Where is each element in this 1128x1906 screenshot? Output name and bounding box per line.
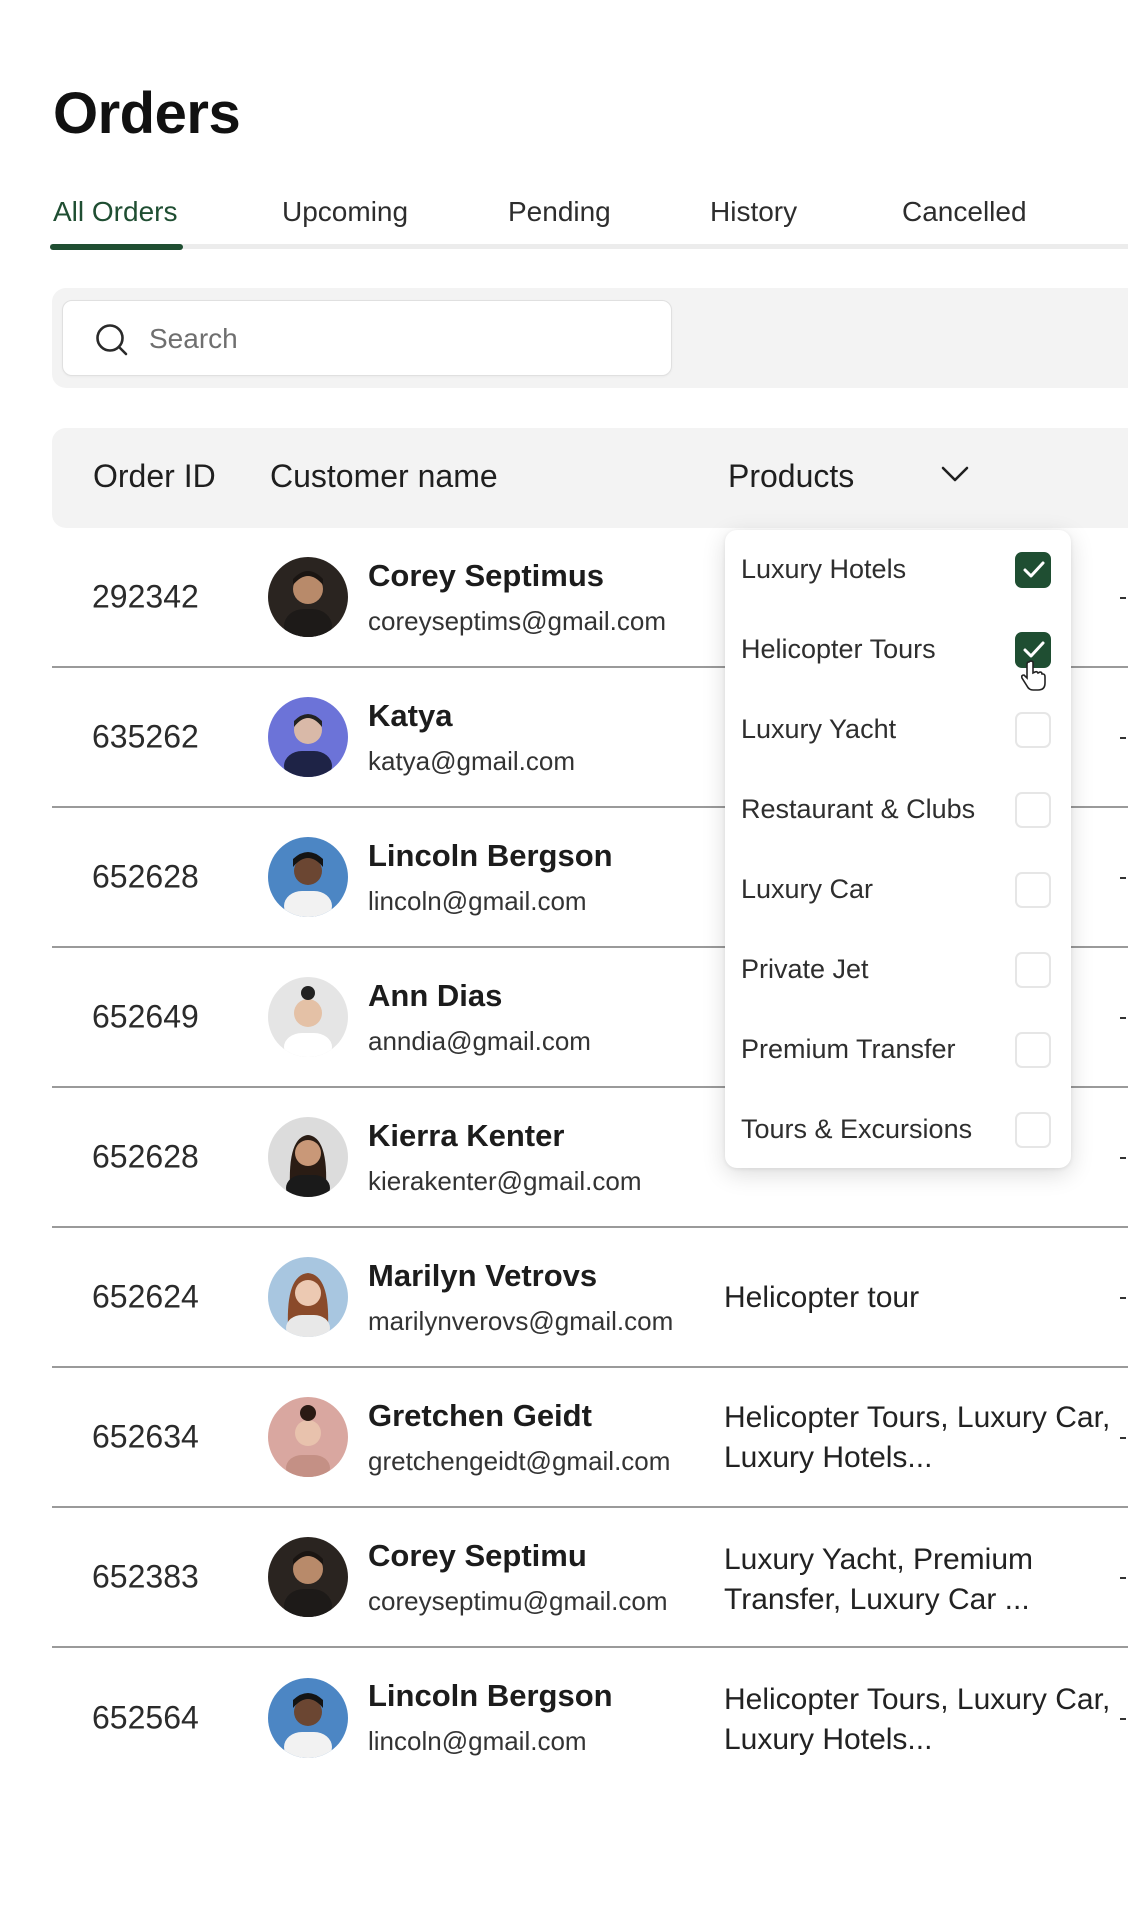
avatar: [268, 1397, 348, 1477]
tab-all-orders[interactable]: All Orders: [53, 196, 177, 228]
order-id: 652628: [92, 858, 199, 895]
customer-email: kierakenter@gmail.com: [368, 1166, 642, 1196]
order-id: 652624: [92, 1278, 199, 1315]
checkbox-unchecked[interactable]: [1015, 1032, 1051, 1068]
orders-page: Orders All Orders Upcoming Pending Histo…: [0, 0, 1128, 1906]
order-products: Helicopter Tours, Luxury Car, Luxury Hot…: [724, 1683, 1111, 1756]
search-input[interactable]: [149, 319, 629, 359]
checkbox-unchecked[interactable]: [1015, 712, 1051, 748]
order-tabs: All Orders Upcoming Pending History Canc…: [0, 190, 1128, 252]
row-trailing-dash: [1120, 737, 1126, 739]
checkbox-unchecked[interactable]: [1015, 952, 1051, 988]
filter-option-label: Helicopter Tours: [741, 634, 936, 664]
filter-option-restaurant-clubs[interactable]: Restaurant & Clubs: [725, 770, 1071, 850]
order-id: 652634: [92, 1418, 199, 1455]
tabs-divider: [50, 244, 1128, 249]
customer-email: marilynverovs@gmail.com: [368, 1306, 674, 1336]
customer-name: Lincoln Bergson: [368, 1678, 613, 1713]
tab-pending[interactable]: Pending: [508, 196, 611, 228]
customer-email: coreyseptimu@gmail.com: [368, 1586, 668, 1616]
order-id: 652628: [92, 1138, 199, 1175]
checkbox-unchecked[interactable]: [1015, 872, 1051, 908]
filter-option-tours-excursions[interactable]: Tours & Excursions: [725, 1090, 1071, 1170]
customer-email: katya@gmail.com: [368, 746, 576, 776]
customer-name: Gretchen Geidt: [368, 1398, 592, 1433]
table-header: Order ID Customer name Products: [52, 428, 1128, 528]
checkmark-icon: [1023, 561, 1045, 578]
customer-name: Ann Dias: [368, 978, 503, 1013]
active-tab-indicator: [50, 244, 183, 250]
hand-cursor-icon: [1020, 660, 1046, 691]
column-header-customer-name: Customer name: [270, 458, 498, 494]
tab-cancelled[interactable]: Cancelled: [902, 196, 1027, 228]
tab-upcoming[interactable]: Upcoming: [282, 196, 408, 228]
chevron-down-icon[interactable]: [940, 464, 970, 484]
table-row[interactable]: 652564 Lincoln Bergson lincoln@gmail.com…: [52, 1648, 1128, 1788]
order-id: 652649: [92, 998, 199, 1035]
filter-option-premium-transfer[interactable]: Premium Transfer: [725, 1010, 1071, 1090]
order-id: 292342: [92, 578, 199, 615]
products-filter-dropdown: Luxury Hotels Helicopter Tours Luxury Ya…: [725, 530, 1071, 1168]
customer-name: Lincoln Bergson: [368, 838, 613, 873]
filter-option-label: Luxury Yacht: [741, 714, 897, 744]
customer-name: Corey Septimu: [368, 1538, 587, 1573]
search-toolbar: [52, 288, 1128, 388]
filter-option-label: Tours & Excursions: [741, 1114, 973, 1144]
tab-history[interactable]: History: [710, 196, 797, 228]
customer-email: coreyseptims@gmail.com: [368, 606, 667, 636]
filter-option-label: Private Jet: [741, 954, 869, 984]
order-id: 652383: [92, 1558, 199, 1595]
row-trailing-dash: [1120, 597, 1126, 599]
row-trailing-dash: [1120, 1157, 1126, 1159]
order-products: Helicopter Tours, Luxury Car, Luxury Hot…: [724, 1401, 1111, 1474]
page-title: Orders: [53, 81, 241, 146]
column-header-products[interactable]: Products: [728, 458, 854, 495]
avatar: [268, 977, 348, 1057]
avatar: [268, 557, 348, 637]
row-trailing-dash: [1120, 1017, 1126, 1019]
filter-option-label: Restaurant & Clubs: [741, 794, 976, 824]
column-header-order-id: Order ID: [93, 458, 216, 494]
avatar: [268, 1678, 348, 1758]
filter-option-label: Luxury Hotels: [741, 554, 907, 584]
table-row[interactable]: 652624 Marilyn Vetrovs marilynverovs@gma…: [52, 1228, 1128, 1368]
row-trailing-dash: [1120, 1718, 1126, 1720]
customer-email: anndia@gmail.com: [368, 1026, 591, 1056]
table-row[interactable]: 652634 Gretchen Geidt gretchengeidt@gmai…: [52, 1368, 1128, 1508]
table-row[interactable]: 652383 Corey Septimu coreyseptimu@gmail.…: [52, 1508, 1128, 1648]
avatar: [268, 1117, 348, 1197]
filter-option-luxury-hotels[interactable]: Luxury Hotels: [725, 530, 1071, 610]
customer-email: gretchengeidt@gmail.com: [368, 1446, 671, 1476]
filter-option-luxury-car[interactable]: Luxury Car: [725, 850, 1071, 930]
filter-option-label: Premium Transfer: [741, 1034, 956, 1064]
avatar: [268, 697, 348, 777]
row-trailing-dash: [1120, 1297, 1126, 1299]
avatar: [268, 1537, 348, 1617]
checkbox-unchecked[interactable]: [1015, 1112, 1051, 1148]
order-products: Luxury Yacht, Premium Transfer, Luxury C…: [724, 1543, 1034, 1616]
row-trailing-dash: [1120, 1577, 1126, 1579]
filter-option-private-jet[interactable]: Private Jet: [725, 930, 1071, 1010]
avatar: [268, 837, 348, 917]
customer-name: Kierra Kenter: [368, 1118, 565, 1153]
row-trailing-dash: [1120, 1437, 1126, 1439]
filter-option-helicopter-tours[interactable]: Helicopter Tours: [725, 610, 1071, 691]
filter-option-label: Luxury Car: [741, 874, 874, 904]
checkmark-icon: [1023, 641, 1045, 658]
customer-name: Corey Septimus: [368, 558, 605, 593]
order-id: 635262: [92, 718, 199, 755]
checkbox-unchecked[interactable]: [1015, 792, 1051, 828]
customer-email: lincoln@gmail.com: [368, 886, 587, 916]
row-trailing-dash: [1120, 877, 1126, 879]
customer-email: lincoln@gmail.com: [368, 1726, 587, 1756]
order-products: Helicopter tour: [724, 1281, 920, 1314]
search-box[interactable]: [62, 300, 672, 376]
customer-name: Marilyn Vetrovs: [368, 1258, 598, 1293]
checkbox-checked[interactable]: [1015, 552, 1051, 588]
search-icon: [96, 324, 128, 356]
order-id: 652564: [92, 1699, 199, 1736]
filter-option-luxury-yacht[interactable]: Luxury Yacht: [725, 690, 1071, 770]
customer-name: Katya: [368, 698, 453, 733]
avatar: [268, 1257, 348, 1337]
